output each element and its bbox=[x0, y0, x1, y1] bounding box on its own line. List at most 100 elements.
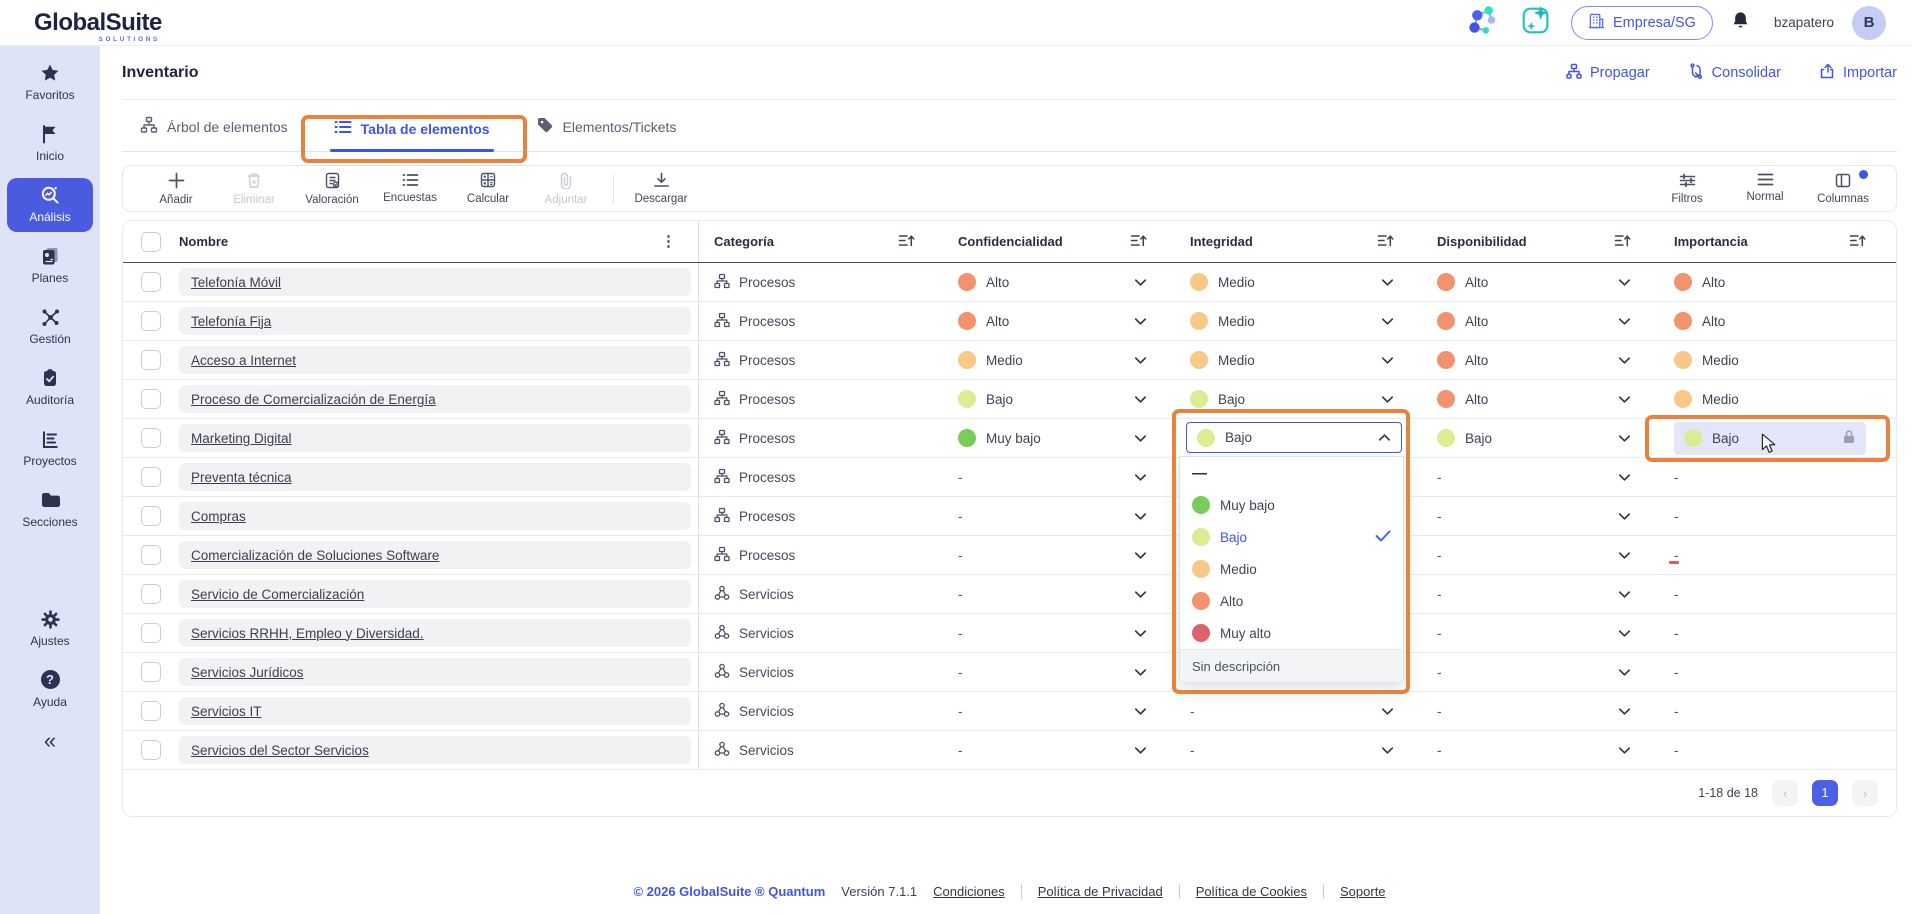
sidebar-item-favoritos[interactable]: Favoritos bbox=[7, 56, 93, 110]
dropdown-footer-option[interactable]: Sin descripción bbox=[1180, 649, 1403, 682]
confidencialidad-cell[interactable]: Bajo bbox=[945, 380, 1177, 418]
disponibilidad-cell[interactable]: - bbox=[1424, 575, 1661, 613]
importancia-cell[interactable]: - bbox=[1661, 692, 1896, 730]
dropdown-option[interactable]: Medio bbox=[1180, 553, 1403, 585]
prev-page-button[interactable]: ‹ bbox=[1772, 780, 1798, 806]
element-link[interactable]: Telefonía Móvil bbox=[179, 268, 691, 296]
row-checkbox[interactable] bbox=[141, 389, 161, 409]
sidebar-collapse-button[interactable]: « bbox=[44, 728, 56, 754]
element-link[interactable]: Compras bbox=[179, 502, 691, 530]
sort-icon[interactable] bbox=[1130, 233, 1147, 251]
confidencialidad-cell[interactable]: - bbox=[945, 497, 1177, 535]
user-avatar[interactable]: B bbox=[1852, 6, 1886, 40]
element-link[interactable]: Comercialización de Soluciones Software bbox=[179, 541, 691, 569]
disponibilidad-cell[interactable]: - bbox=[1424, 614, 1661, 652]
row-checkbox[interactable] bbox=[141, 467, 161, 487]
disponibilidad-cell[interactable]: - bbox=[1424, 692, 1661, 730]
descargar-button[interactable]: Descargar bbox=[622, 172, 700, 205]
element-link[interactable]: Servicios RRHH, Empleo y Diversidad. bbox=[179, 619, 691, 647]
encuestas-button[interactable]: Encuestas bbox=[371, 173, 449, 204]
integridad-cell[interactable]: - bbox=[1177, 731, 1424, 769]
importancia-cell[interactable]: Medio bbox=[1661, 341, 1896, 379]
columnas-button[interactable]: Columnas bbox=[1804, 173, 1882, 205]
row-checkbox[interactable] bbox=[141, 701, 161, 721]
element-link[interactable]: Servicio de Comercialización bbox=[179, 580, 691, 608]
confidencialidad-cell[interactable]: - bbox=[945, 692, 1177, 730]
calcular-button[interactable]: Calcular bbox=[449, 172, 527, 205]
disponibilidad-cell[interactable]: Bajo bbox=[1424, 419, 1661, 457]
disponibilidad-cell[interactable]: Alto bbox=[1424, 380, 1661, 418]
sidebar-item-analisis[interactable]: Análisis bbox=[7, 178, 93, 232]
consolidar-button[interactable]: Consolidar bbox=[1688, 63, 1781, 83]
notifications-bell-icon[interactable] bbox=[1731, 10, 1750, 36]
integrations-icon[interactable] bbox=[1465, 3, 1501, 42]
importancia-cell[interactable]: Bajo bbox=[1661, 419, 1896, 457]
sort-icon[interactable] bbox=[1614, 233, 1631, 251]
tab-elementos-tickets[interactable]: Elementos/Tickets bbox=[536, 116, 677, 151]
disponibilidad-cell[interactable]: - bbox=[1424, 497, 1661, 535]
importar-button[interactable]: Importar bbox=[1819, 63, 1897, 83]
confidencialidad-cell[interactable]: Alto bbox=[945, 302, 1177, 340]
integridad-cell[interactable]: Medio bbox=[1177, 341, 1424, 379]
confidencialidad-cell[interactable]: Muy bajo bbox=[945, 419, 1177, 457]
element-link[interactable]: Servicios IT bbox=[179, 697, 691, 725]
confidencialidad-cell[interactable]: - bbox=[945, 614, 1177, 652]
importancia-cell[interactable]: - bbox=[1661, 497, 1896, 535]
valoracion-button[interactable]: Valoración bbox=[293, 172, 371, 206]
eliminar-button[interactable]: Eliminar bbox=[215, 172, 293, 206]
confidencialidad-cell[interactable]: - bbox=[945, 458, 1177, 496]
integridad-cell[interactable]: Medio bbox=[1177, 263, 1424, 301]
footer-link-condiciones[interactable]: Condiciones bbox=[933, 884, 1005, 899]
importancia-cell[interactable]: Alto bbox=[1661, 302, 1896, 340]
row-checkbox[interactable] bbox=[141, 662, 161, 682]
next-page-button[interactable]: › bbox=[1852, 780, 1878, 806]
disponibilidad-cell[interactable]: Alto bbox=[1424, 263, 1661, 301]
confidencialidad-cell[interactable]: Medio bbox=[945, 341, 1177, 379]
importancia-cell[interactable]: - bbox=[1661, 458, 1896, 496]
filtros-button[interactable]: Filtros bbox=[1648, 173, 1726, 205]
element-link[interactable]: Servicios Jurídicos bbox=[179, 658, 691, 686]
importancia-cell[interactable]: - bbox=[1661, 653, 1896, 691]
element-link[interactable]: Acceso a Internet bbox=[179, 346, 691, 374]
disponibilidad-cell[interactable]: - bbox=[1424, 536, 1661, 574]
confidencialidad-cell[interactable]: Alto bbox=[945, 263, 1177, 301]
sort-icon[interactable] bbox=[1849, 233, 1866, 251]
dropdown-option[interactable]: Alto bbox=[1180, 585, 1403, 617]
importancia-cell[interactable]: - bbox=[1661, 536, 1896, 574]
sort-icon[interactable] bbox=[898, 233, 915, 251]
select-all-checkbox[interactable] bbox=[141, 232, 161, 252]
footer-link-soporte[interactable]: Soporte bbox=[1340, 884, 1386, 899]
row-checkbox[interactable] bbox=[141, 428, 161, 448]
row-checkbox[interactable] bbox=[141, 623, 161, 643]
column-menu-icon[interactable]: ⋮ bbox=[661, 234, 698, 249]
importancia-cell[interactable]: Medio bbox=[1661, 380, 1896, 418]
sidebar-item-inicio[interactable]: Inicio bbox=[7, 117, 93, 171]
confidencialidad-cell[interactable]: - bbox=[945, 536, 1177, 574]
integridad-cell[interactable]: Medio bbox=[1177, 302, 1424, 340]
sidebar-item-gestion[interactable]: Gestión bbox=[7, 300, 93, 354]
disponibilidad-cell[interactable]: Alto bbox=[1424, 341, 1661, 379]
row-checkbox[interactable] bbox=[141, 740, 161, 760]
row-checkbox[interactable] bbox=[141, 545, 161, 565]
row-checkbox[interactable] bbox=[141, 506, 161, 526]
sidebar-item-auditoria[interactable]: Auditoría bbox=[7, 361, 93, 415]
dropdown-option[interactable]: Bajo bbox=[1180, 521, 1403, 553]
dropdown-option[interactable]: Muy alto bbox=[1180, 617, 1403, 649]
integridad-cell[interactable]: Bajo bbox=[1177, 380, 1424, 418]
tab-arbol-de-elementos[interactable]: Árbol de elementos bbox=[140, 116, 288, 151]
importancia-cell[interactable]: Alto bbox=[1661, 263, 1896, 301]
row-checkbox[interactable] bbox=[141, 311, 161, 331]
ai-assistant-icon[interactable] bbox=[1519, 3, 1553, 42]
footer-link-cookies[interactable]: Política de Cookies bbox=[1196, 884, 1307, 899]
element-link[interactable]: Telefonía Fija bbox=[179, 307, 691, 335]
row-checkbox[interactable] bbox=[141, 350, 161, 370]
importancia-cell[interactable]: - bbox=[1661, 575, 1896, 613]
disponibilidad-cell[interactable]: Alto bbox=[1424, 302, 1661, 340]
element-link[interactable]: Proceso de Comercialización de Energía bbox=[179, 385, 691, 413]
dropdown-option[interactable]: Muy bajo bbox=[1180, 489, 1403, 521]
confidencialidad-cell[interactable]: - bbox=[945, 653, 1177, 691]
confidencialidad-cell[interactable]: - bbox=[945, 731, 1177, 769]
integridad-cell[interactable]: - bbox=[1177, 692, 1424, 730]
propagar-button[interactable]: Propagar bbox=[1566, 63, 1650, 83]
importancia-cell[interactable]: - bbox=[1661, 731, 1896, 769]
